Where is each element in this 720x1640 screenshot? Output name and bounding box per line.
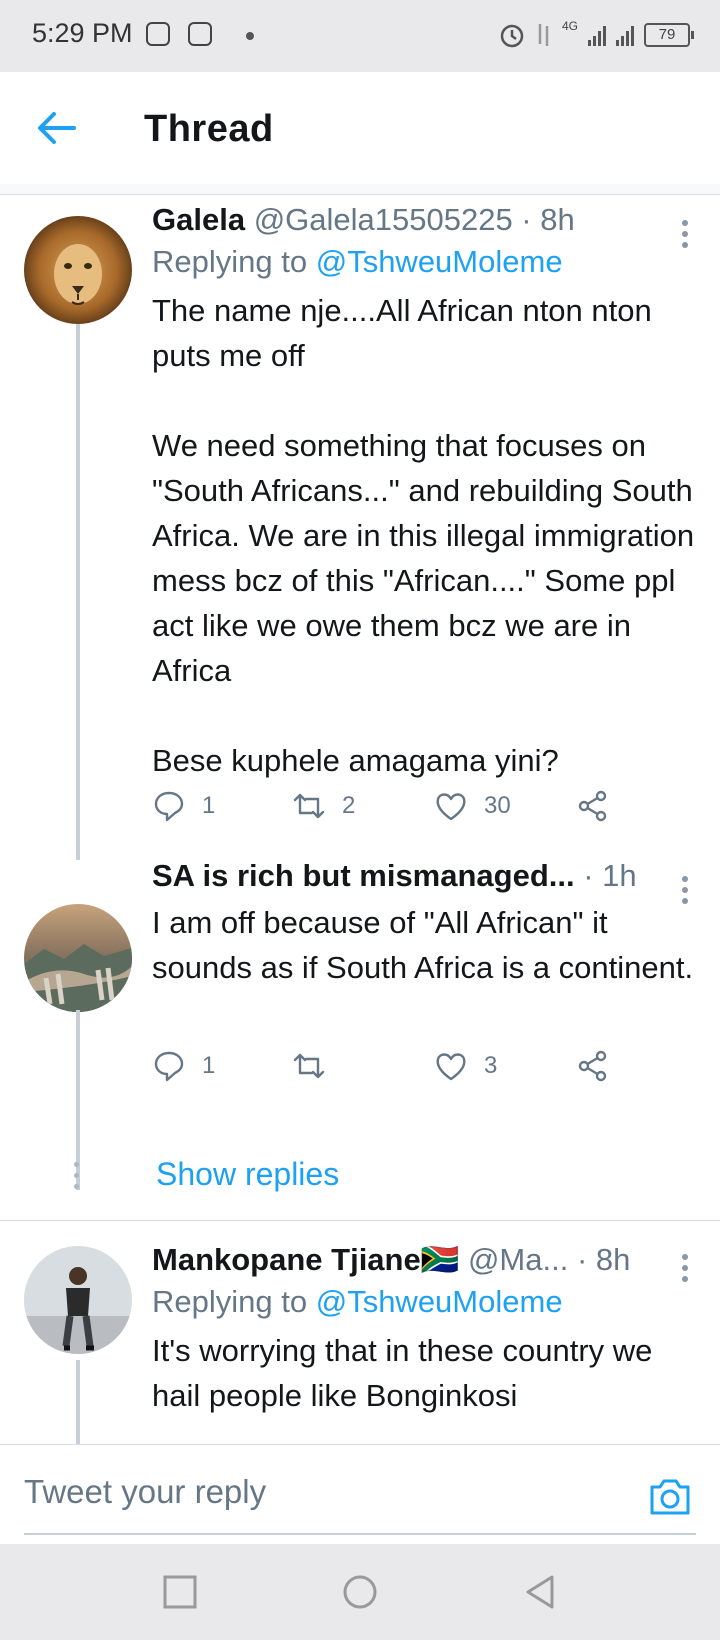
- like-button[interactable]: 30: [434, 786, 511, 826]
- flag-emoji: 🇿🇦: [420, 1242, 460, 1277]
- battery-level: 79: [658, 26, 676, 43]
- author-name[interactable]: Galela: [152, 202, 245, 237]
- replying-to: Replying to @TshweuMoleme: [152, 240, 700, 284]
- tweet-body: Mankopane Tjiane🇿🇦 @Ma... · 8h Replying …: [152, 1240, 700, 1418]
- avatar-landscape[interactable]: [24, 904, 132, 1012]
- tweet-body: SA is rich but mismanaged... · 1h I am o…: [152, 856, 700, 990]
- alarm-icon: [500, 24, 524, 48]
- heart-icon: [436, 1053, 466, 1081]
- tweet-header: Mankopane Tjiane🇿🇦 @Ma... · 8h: [152, 1240, 700, 1280]
- share-button[interactable]: [576, 1046, 610, 1086]
- reply-count: 1: [202, 1052, 216, 1079]
- person-avatar-image: [24, 1246, 132, 1354]
- share-icon: [578, 1050, 607, 1082]
- tweet-text: I am off because of "All African" it sou…: [152, 905, 694, 985]
- author-handle-time: @Ma... · 8h: [459, 1242, 631, 1277]
- show-replies-link[interactable]: Show replies: [156, 1156, 339, 1193]
- more-notifications-icon: [246, 32, 254, 40]
- share-button[interactable]: [576, 786, 610, 826]
- signal-icon: [588, 24, 606, 46]
- status-time: 5:29 PM: [32, 18, 133, 48]
- tweet-header: Galela @Galela15505225 · 8h: [152, 200, 700, 240]
- author-name[interactable]: Mankopane Tjiane: [152, 1242, 421, 1277]
- thread-connector-line: [76, 324, 80, 860]
- reply-input-underline: [24, 1533, 696, 1535]
- retweet-button[interactable]: [292, 1046, 342, 1086]
- like-count: 30: [484, 792, 511, 819]
- reply-icon: [154, 791, 184, 822]
- retweet-count: 2: [342, 792, 356, 819]
- share-icon: [578, 790, 607, 822]
- app-notification-icon: [188, 22, 212, 46]
- author-handle-time: @Galela15505225 · 8h: [253, 202, 575, 237]
- top-app-bar: Thread: [0, 72, 720, 185]
- lion-avatar-image: [24, 216, 132, 324]
- like-button[interactable]: 3: [434, 1046, 497, 1086]
- tweet-header: SA is rich but mismanaged... · 1h: [152, 856, 700, 896]
- data-transfer-icon: [538, 24, 549, 46]
- retweet-icon: [293, 1053, 325, 1079]
- tweet-actions: 1 2 30: [152, 786, 632, 826]
- home-icon[interactable]: [342, 1574, 378, 1610]
- battery-icon: 79: [644, 23, 694, 47]
- more-options-icon[interactable]: [682, 1254, 690, 1287]
- tweet[interactable]: Galela @Galela15505225 · 8h Replying to …: [0, 200, 720, 860]
- page-title: Thread: [144, 108, 274, 150]
- recent-apps-icon[interactable]: [162, 1574, 198, 1610]
- app-notification-icon: [146, 22, 170, 46]
- more-options-icon[interactable]: [682, 220, 690, 253]
- landscape-avatar-image: [24, 904, 132, 1012]
- retweet-icon: [293, 793, 325, 819]
- like-count: 3: [484, 1052, 498, 1079]
- back-arrow-icon[interactable]: [36, 110, 76, 146]
- status-icons: 4G 79: [498, 18, 694, 52]
- mention-link[interactable]: @TshweuMoleme: [316, 244, 563, 279]
- tweet[interactable]: Mankopane Tjiane🇿🇦 @Ma... · 8h Replying …: [0, 1240, 720, 1444]
- tweet-text: It's worrying that in these country we h…: [152, 1333, 653, 1413]
- replying-to-label: Replying to: [152, 244, 308, 279]
- replying-to-label: Replying to: [152, 1284, 308, 1319]
- reply-input[interactable]: Tweet your reply: [24, 1473, 266, 1511]
- reply-icon: [154, 1051, 184, 1082]
- mention-link[interactable]: @TshweuMoleme: [316, 1284, 563, 1319]
- author-name[interactable]: SA is rich but mismanaged...: [152, 858, 575, 893]
- reply-button[interactable]: 1: [152, 1046, 215, 1086]
- tweet-body: Galela @Galela15505225 · 8h Replying to …: [152, 200, 700, 783]
- reply-composer: Tweet your reply: [0, 1444, 720, 1545]
- signal-icon: [616, 24, 634, 46]
- header-divider: [0, 184, 720, 195]
- retweet-button[interactable]: 2: [292, 786, 355, 826]
- replying-to: Replying to @TshweuMoleme: [152, 1280, 700, 1324]
- thread-connector-line: [76, 1360, 80, 1444]
- avatar-person[interactable]: [24, 1246, 132, 1354]
- conversation-divider: [0, 1220, 720, 1221]
- system-navigation-bar: [0, 1544, 720, 1640]
- camera-icon[interactable]: [648, 1477, 692, 1517]
- tweet-text: The name nje....All African nton nton pu…: [152, 293, 695, 778]
- reply-button[interactable]: 1: [152, 786, 215, 826]
- network-type-label: 4G: [561, 19, 578, 33]
- author-time: · 1h: [574, 858, 637, 893]
- heart-icon: [436, 793, 466, 821]
- avatar-lion[interactable]: [24, 216, 132, 324]
- thread-continuation-dots: [74, 1162, 80, 1195]
- reply-count: 1: [202, 792, 216, 819]
- more-options-icon[interactable]: [682, 876, 690, 909]
- tweet[interactable]: SA is rich but mismanaged... · 1h I am o…: [0, 858, 720, 1220]
- status-bar: 5:29 PM 4G 79: [0, 0, 720, 72]
- tweet-actions: 1 3: [152, 1046, 632, 1086]
- back-nav-icon[interactable]: [522, 1574, 558, 1610]
